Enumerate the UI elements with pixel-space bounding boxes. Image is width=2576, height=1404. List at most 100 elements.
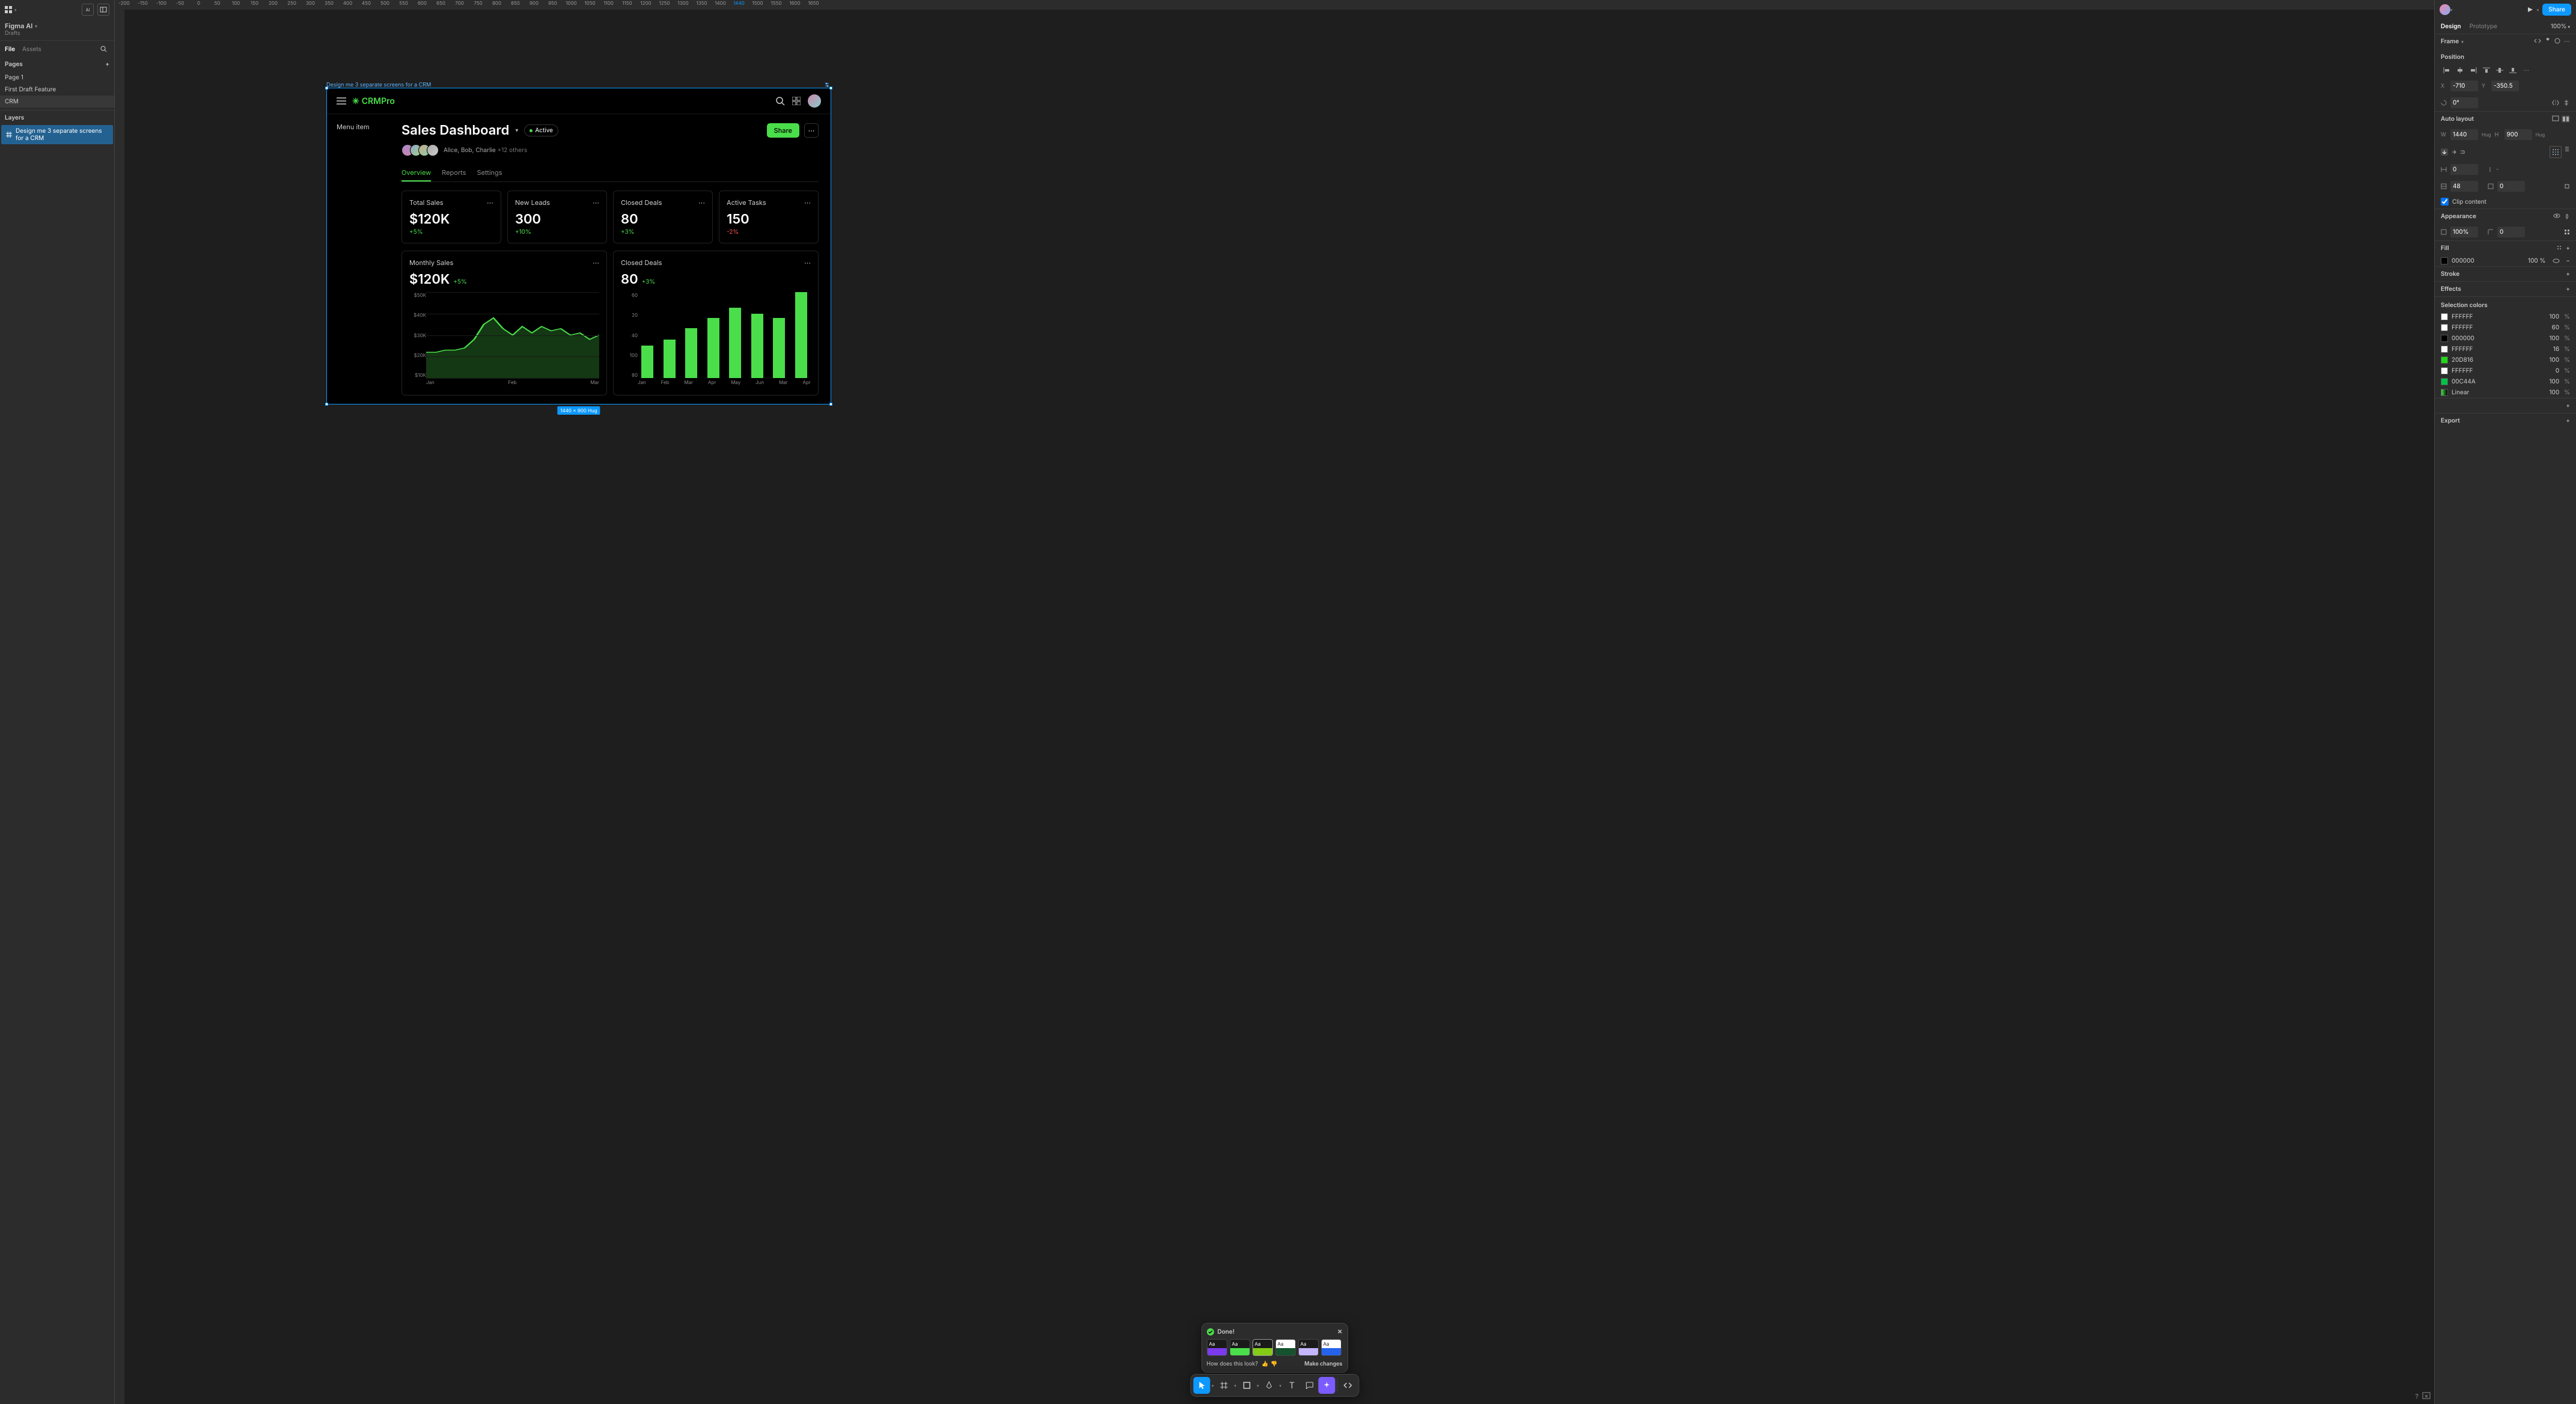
autolayout-opt1-icon[interactable] xyxy=(2552,115,2559,123)
help-icon[interactable]: ? xyxy=(2415,1392,2419,1400)
dir-right-icon[interactable] xyxy=(2452,150,2456,154)
radius-input[interactable] xyxy=(2497,227,2525,237)
selection-color-row[interactable]: FFFFFF60% xyxy=(2435,322,2576,333)
align-right-icon[interactable] xyxy=(2467,66,2479,75)
resize-handle[interactable] xyxy=(325,403,328,406)
w-input[interactable] xyxy=(2450,129,2478,140)
blend-icon[interactable] xyxy=(2564,213,2570,219)
dev-mode-tool[interactable] xyxy=(1339,1377,1356,1394)
more-icon[interactable]: ⋯ xyxy=(2564,38,2570,45)
thumbs-up-icon[interactable]: 👍 xyxy=(1262,1361,1268,1367)
add-export-icon[interactable]: + xyxy=(2566,417,2570,424)
crm-logo[interactable]: ✳CRMPro xyxy=(352,96,395,106)
align-bottom-icon[interactable] xyxy=(2507,66,2519,75)
pad2-input[interactable] xyxy=(2497,181,2525,192)
move-tool[interactable] xyxy=(1193,1377,1210,1394)
tab-overview[interactable]: Overview xyxy=(401,165,431,182)
theme-option[interactable]: Aa xyxy=(1275,1339,1296,1356)
selection-color-row[interactable]: 00C44A100% xyxy=(2435,376,2576,387)
theme-option[interactable]: Aa xyxy=(1253,1339,1273,1356)
more-icon[interactable]: ⋯ xyxy=(593,258,599,267)
autolayout-opt2-icon[interactable] xyxy=(2562,115,2570,123)
more-icon[interactable]: ⋯ xyxy=(487,198,493,207)
assets-tab[interactable]: Assets xyxy=(22,46,41,53)
y-input[interactable] xyxy=(2491,81,2519,91)
tool-chevron[interactable]: ▾ xyxy=(1210,1383,1215,1388)
chevron-down-icon[interactable]: ▾ xyxy=(2450,7,2453,13)
theme-option[interactable]: Aa xyxy=(1230,1339,1250,1356)
design-tab[interactable]: Design xyxy=(2441,23,2461,30)
resize-handle[interactable] xyxy=(829,87,832,90)
add-effect-icon[interactable]: + xyxy=(2566,285,2570,293)
opacity-input[interactable] xyxy=(2450,227,2478,237)
selection-color-row[interactable]: 000000100% xyxy=(2435,333,2576,344)
selection-color-row[interactable]: 20D816100% xyxy=(2435,355,2576,365)
align-more-icon[interactable]: ⋯ xyxy=(2520,66,2532,75)
file-title[interactable]: Figma AI ▾ xyxy=(0,19,114,30)
selected-frame[interactable]: 1440 × 900 Hug ✳CRMPro Menu item Sales D xyxy=(326,88,831,404)
shape-tool[interactable] xyxy=(1238,1377,1255,1394)
play-icon[interactable] xyxy=(2527,7,2533,13)
canvas[interactable]: Design me 3 separate screens for a CRM 1… xyxy=(115,10,2434,1404)
panel-toggle-icon[interactable] xyxy=(97,4,109,16)
align-grid-icon[interactable] xyxy=(2550,146,2562,158)
share-button[interactable]: Share xyxy=(767,123,799,138)
thumbs-down-icon[interactable]: 👎 xyxy=(1271,1361,1277,1367)
settings-icon[interactable] xyxy=(2564,146,2570,158)
tool-chevron[interactable]: ▾ xyxy=(1278,1383,1283,1388)
menu-chevron[interactable]: ▾ xyxy=(14,7,17,13)
page-item[interactable]: CRM xyxy=(0,96,114,108)
close-icon[interactable]: ✕ xyxy=(1337,1328,1342,1335)
add-fill-icon[interactable]: + xyxy=(2566,245,2570,252)
file-location[interactable]: Drafts xyxy=(0,30,114,40)
flip-v-icon[interactable] xyxy=(2563,100,2570,106)
layers-header[interactable]: Layers xyxy=(5,114,24,121)
tool-chevron[interactable]: ▾ xyxy=(1233,1383,1238,1388)
dir-wrap-icon[interactable] xyxy=(2460,150,2465,154)
theme-option[interactable]: Aa xyxy=(1207,1339,1227,1356)
ai-badge-icon[interactable]: AI xyxy=(82,4,94,16)
layer-item[interactable]: Design me 3 separate screens for a CRM xyxy=(1,125,113,144)
tool-chevron[interactable]: ▾ xyxy=(1256,1383,1260,1388)
align-top-icon[interactable] xyxy=(2480,66,2492,75)
apps-grid-icon[interactable] xyxy=(792,97,801,105)
user-avatar[interactable] xyxy=(808,94,821,108)
file-tab[interactable]: File xyxy=(5,46,15,53)
add-page-icon[interactable]: + xyxy=(105,61,109,68)
clip-checkbox[interactable] xyxy=(2441,198,2449,206)
h-mode[interactable]: Hug xyxy=(2536,132,2545,138)
align-left-icon[interactable] xyxy=(2441,66,2453,75)
pad-detail-icon[interactable] xyxy=(2564,183,2570,189)
theme-option[interactable]: Aa xyxy=(1321,1339,1341,1356)
pad-input[interactable] xyxy=(2450,181,2478,192)
figma-menu-icon[interactable] xyxy=(5,5,13,14)
resize-handle[interactable] xyxy=(325,87,328,90)
tab-reports[interactable]: Reports xyxy=(442,165,466,182)
selection-color-row[interactable]: FFFFFF100% xyxy=(2435,311,2576,322)
selection-color-row[interactable]: Linear100% xyxy=(2435,387,2576,398)
add-grid-icon[interactable]: + xyxy=(2566,402,2570,409)
selection-color-row[interactable]: FFFFFF16% xyxy=(2435,344,2576,355)
chevron-down-icon[interactable]: ▾ xyxy=(2537,7,2539,13)
more-icon[interactable]: ⋯ xyxy=(593,198,599,207)
selection-color-row[interactable]: FFFFFF0% xyxy=(2435,365,2576,376)
eye-icon[interactable] xyxy=(2553,213,2560,219)
gap-h-input[interactable] xyxy=(2450,164,2478,175)
component-icon[interactable] xyxy=(2545,38,2551,45)
h-input[interactable] xyxy=(2504,129,2532,140)
eye-icon[interactable] xyxy=(2553,258,2560,263)
x-input[interactable] xyxy=(2450,81,2478,91)
fill-hex[interactable]: 000000 xyxy=(2452,257,2474,264)
text-tool[interactable]: T xyxy=(1283,1377,1300,1394)
more-icon[interactable]: ⋯ xyxy=(804,198,811,207)
style-icon[interactable] xyxy=(2556,245,2562,252)
add-stroke-icon[interactable]: + xyxy=(2566,270,2570,278)
zoom-control[interactable]: 100%▾ xyxy=(2551,23,2570,30)
comment-tool[interactable] xyxy=(1301,1377,1317,1394)
rotation-input[interactable] xyxy=(2450,97,2478,108)
search-icon[interactable] xyxy=(775,96,785,106)
user-avatar[interactable] xyxy=(2440,4,2450,15)
minimap-icon[interactable] xyxy=(2422,1392,2431,1400)
fill-swatch[interactable] xyxy=(2441,257,2448,264)
align-hcenter-icon[interactable] xyxy=(2454,66,2466,75)
